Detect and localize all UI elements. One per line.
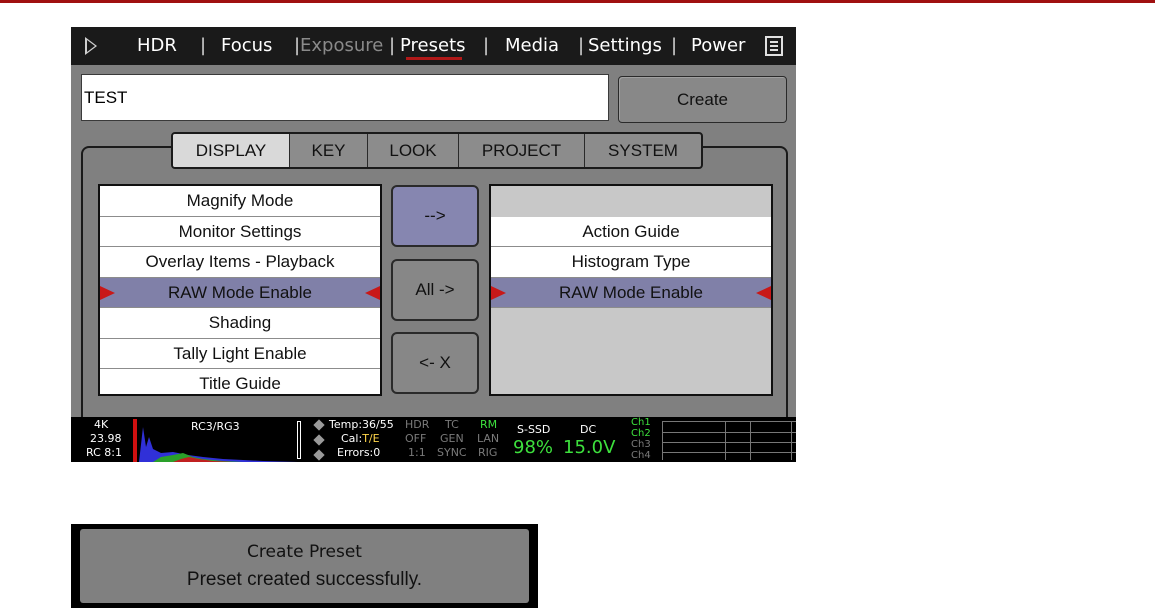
dialog-body: Create Preset Preset created successfull… [80,529,529,603]
lan-status: LAN [477,432,500,445]
camera-menu-screen: HDR | Focus | Exposure | Presets | Media… [71,27,796,462]
selection-marker-right-icon [365,285,380,300]
audio-level-bracket [297,421,301,459]
list-item-label: RAW Mode Enable [559,282,703,302]
list-item-label: RAW Mode Enable [168,282,312,302]
tc-sync: SYNC [437,446,467,459]
tc-label: TC [445,418,459,431]
tab-project[interactable]: PROJECT [459,134,585,167]
tab-system[interactable]: SYSTEM [585,134,701,167]
add-all-button[interactable]: All -> [391,259,479,321]
list-item-selected[interactable]: RAW Mode Enable [100,277,380,308]
create-button[interactable]: Create [618,76,787,123]
fps-readout: 23.98 [90,432,122,445]
status-dot-icon [313,419,325,431]
status-bar: 4K 23.98 RC 8:1 RC3/RG3 Temp:36/55 Cal:T… [71,417,796,462]
hdr-ratio: 1:1 [408,446,426,459]
calibration-readout: Cal:T/E [341,432,380,445]
nav-media[interactable]: Media [505,27,559,65]
channel-3-label: Ch3 [631,439,651,450]
list-item[interactable]: Shading [100,308,380,339]
preset-created-dialog: Create Preset Preset created successfull… [71,524,538,608]
nav-hdr[interactable]: HDR [137,27,177,65]
channel-4-label: Ch4 [631,450,651,461]
list-item[interactable] [491,186,771,217]
selection-marker-left-icon [100,285,115,300]
audio-meters [662,421,796,460]
remove-item-button[interactable]: <- X [391,332,479,394]
list-item[interactable]: Monitor Settings [100,216,380,247]
nav-separator: | [483,35,490,56]
media-type-label: S-SSD [517,423,551,436]
list-item-selected[interactable]: RAW Mode Enable [491,277,771,308]
hdr-value: OFF [405,432,427,445]
tab-key[interactable]: KEY [290,134,368,167]
nav-focus[interactable]: Focus [221,27,272,65]
power-source-label: DC [580,423,597,436]
list-item[interactable]: Histogram Type [491,247,771,278]
add-item-button[interactable]: --> [391,185,479,247]
rig-status: RIG [478,446,498,459]
dialog-message: Preset created successfully. [186,569,423,590]
nav-presets[interactable]: Presets [400,27,466,65]
selection-marker-right-icon [756,285,771,300]
resolution-readout: 4K [94,418,109,431]
preset-name-input[interactable] [81,74,609,121]
available-items-list[interactable]: Magnify Mode Monitor Settings Overlay It… [98,184,382,396]
dialog-title: Create Preset [247,542,362,562]
tc-gen: GEN [440,432,464,445]
nav-settings[interactable]: Settings [588,27,662,65]
nav-separator: | [200,35,207,56]
tab-look[interactable]: LOOK [368,134,459,167]
preset-items-list[interactable]: Action Guide Histogram Type RAW Mode Ena… [489,184,773,396]
play-icon[interactable] [85,37,97,55]
power-voltage: 15.0V [563,437,616,458]
tab-display[interactable]: DISPLAY [173,134,290,167]
nav-exposure[interactable]: Exposure [300,27,383,65]
channel-1-label: Ch1 [631,417,651,428]
errors-readout: Errors:0 [337,446,381,459]
rm-status: RM [480,418,498,431]
compression-readout: RC 8:1 [86,446,122,459]
list-item[interactable]: Magnify Mode [100,186,380,217]
top-nav-bar: HDR | Focus | Exposure | Presets | Media… [71,27,796,65]
nav-separator: | [671,35,678,56]
list-item[interactable]: Tally Light Enable [100,338,380,369]
list-item[interactable]: Title Guide [100,369,380,394]
selection-marker-left-icon [491,285,506,300]
nav-separator: | [389,35,396,56]
color-space-readout: RC3/RG3 [191,420,240,433]
histogram[interactable]: RC3/RG3 [133,419,303,462]
nav-separator: | [578,35,585,56]
list-item[interactable]: Overlay Items - Playback [100,247,380,278]
menu-list-icon[interactable] [765,36,783,56]
page-top-rule [0,0,1155,3]
nav-power[interactable]: Power [691,27,745,65]
hdr-label: HDR [405,418,430,431]
status-dot-icon [313,434,325,446]
category-tabs: DISPLAY KEY LOOK PROJECT SYSTEM [171,132,703,169]
temp-readout: Temp:36/55 [329,418,394,431]
list-item[interactable]: Action Guide [491,216,771,247]
channel-2-label: Ch2 [631,428,651,439]
status-dot-icon [313,449,325,461]
media-percent: 98% [513,437,554,458]
